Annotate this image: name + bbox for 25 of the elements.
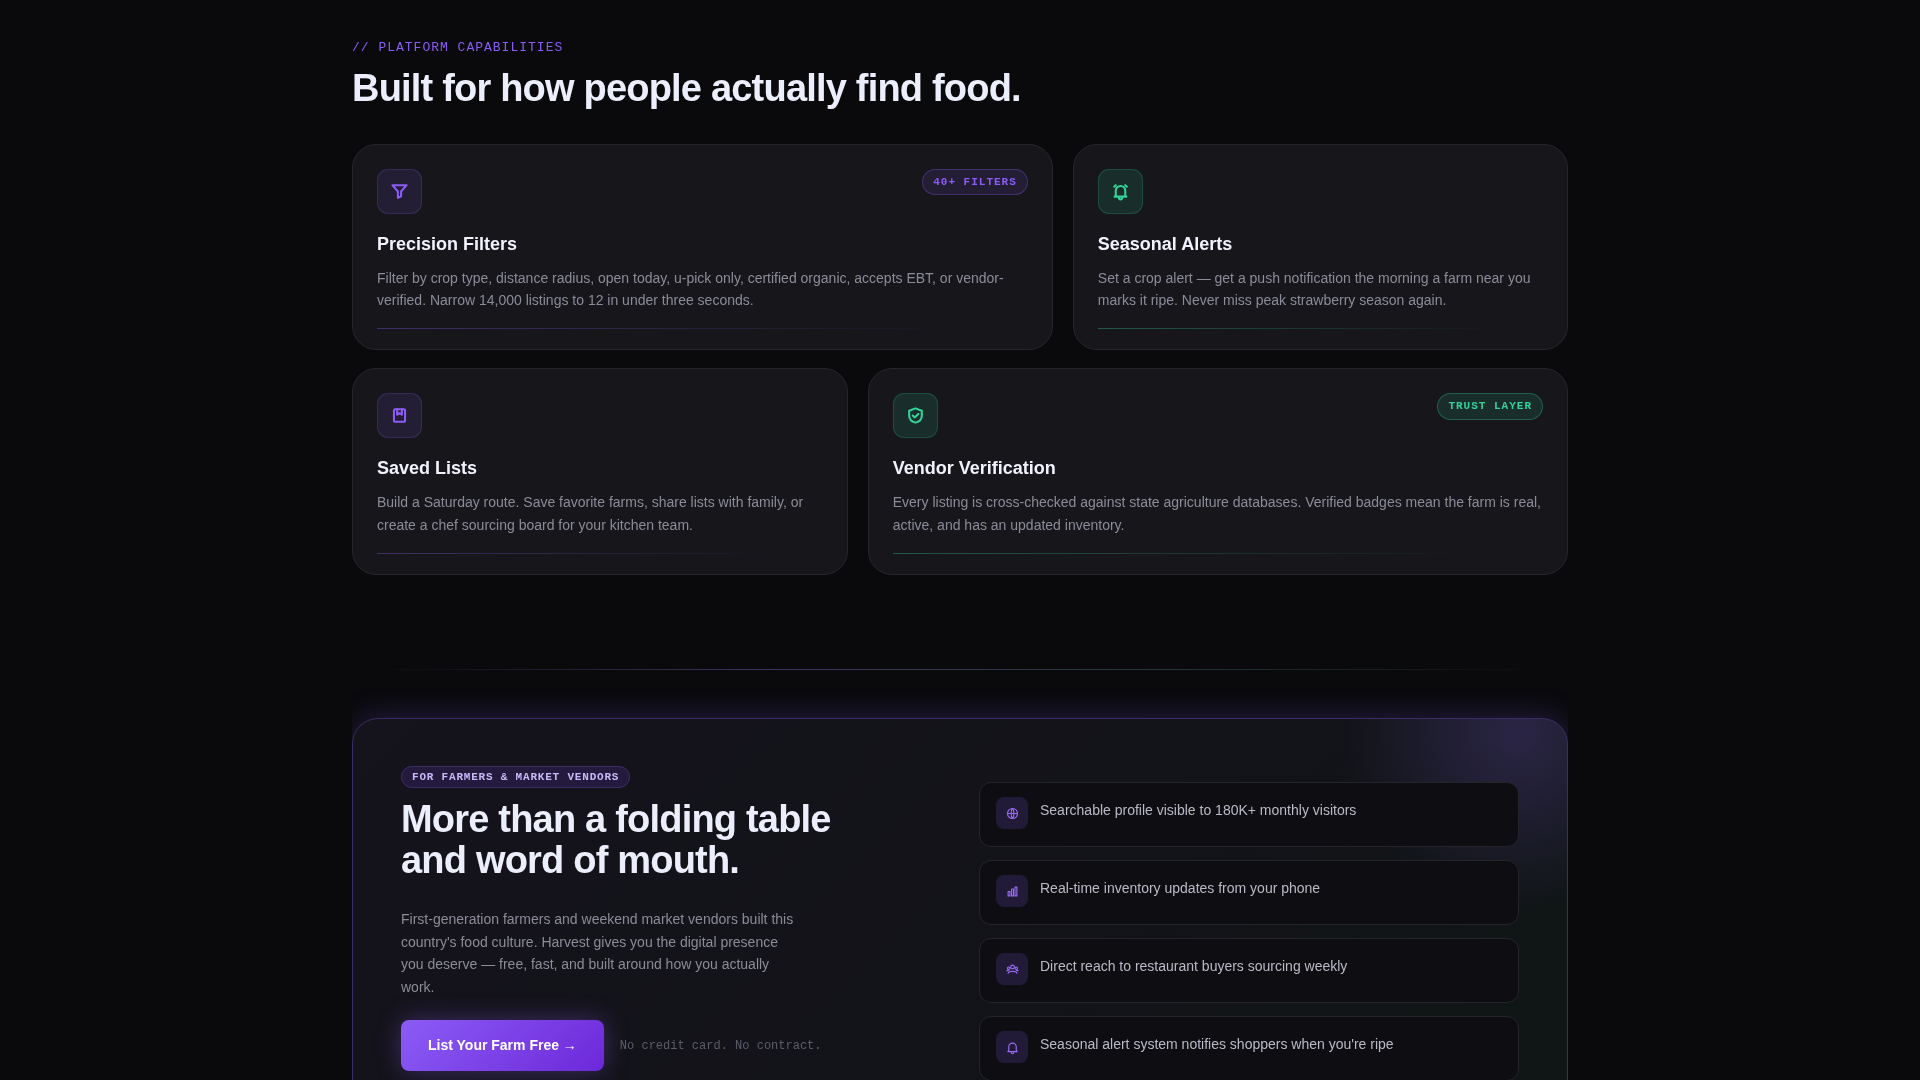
bar-chart-icon xyxy=(1004,883,1020,899)
feature-tag: TRUST LAYER xyxy=(1437,393,1543,420)
feature-tag: 40+ FILTERS xyxy=(922,168,1028,196)
feature-title: Saved Lists xyxy=(377,457,479,481)
benefit-text: Seasonal alert system notifies shoppers when you're ripe xyxy=(1040,1035,1394,1055)
benefit-text: Real-time inventory updates from your phone xyxy=(1040,879,1321,899)
cta-note: No credit card. No contract. xyxy=(619,1037,822,1055)
benefit-text: Direct reach to restaurant buyers sourcing weekly xyxy=(1040,957,1348,977)
feature-description: Build a Saturday route. Save favorite farms, share lists with family, or create a chef sourcing board for your kitchen team. xyxy=(377,493,805,535)
people-icon xyxy=(1004,961,1020,977)
bell-icon xyxy=(1004,1039,1020,1055)
feature-description: Every listing is cross-checked against state agriculture databases. Verified badges mean the farm is real, active, and has an updated inventory. xyxy=(892,493,1542,535)
vendor-title: More than a folding table and word of mouth. xyxy=(401,799,832,881)
globe-icon xyxy=(1004,805,1020,821)
vendor-description: First-generation farmers and weekend market vendors built this country's food culture. Harvest gives you the digital presence you deserve — free, fast, and built around how you actually work. xyxy=(401,910,795,997)
feature-description: Set a crop alert — get a push notification the morning a farm near you marks it ripe. Never miss peak strawberry season again. xyxy=(1097,268,1532,310)
list-farm-button[interactable]: List Your Farm Free → xyxy=(401,1020,604,1072)
feature-title: Vendor Verification xyxy=(892,457,1057,481)
vendor-tag: FOR FARMERS & MARKET VENDORS xyxy=(401,766,631,789)
feature-description: Filter by crop type, distance radius, open today, u-pick only, certified organic, accepts EBT, or vendor-verified. Narrow 14,000 listings to 12 in under three seconds. xyxy=(377,268,1005,310)
feature-title: Seasonal Alerts xyxy=(1097,232,1234,256)
section-title: Built for how people actually find food. xyxy=(352,66,1022,111)
section-eyebrow: // PLATFORM CAPABILITIES xyxy=(352,39,564,57)
feature-title: Precision Filters xyxy=(377,232,519,256)
benefit-text: Searchable profile visible to 180K+ monthly visitors xyxy=(1040,801,1357,821)
